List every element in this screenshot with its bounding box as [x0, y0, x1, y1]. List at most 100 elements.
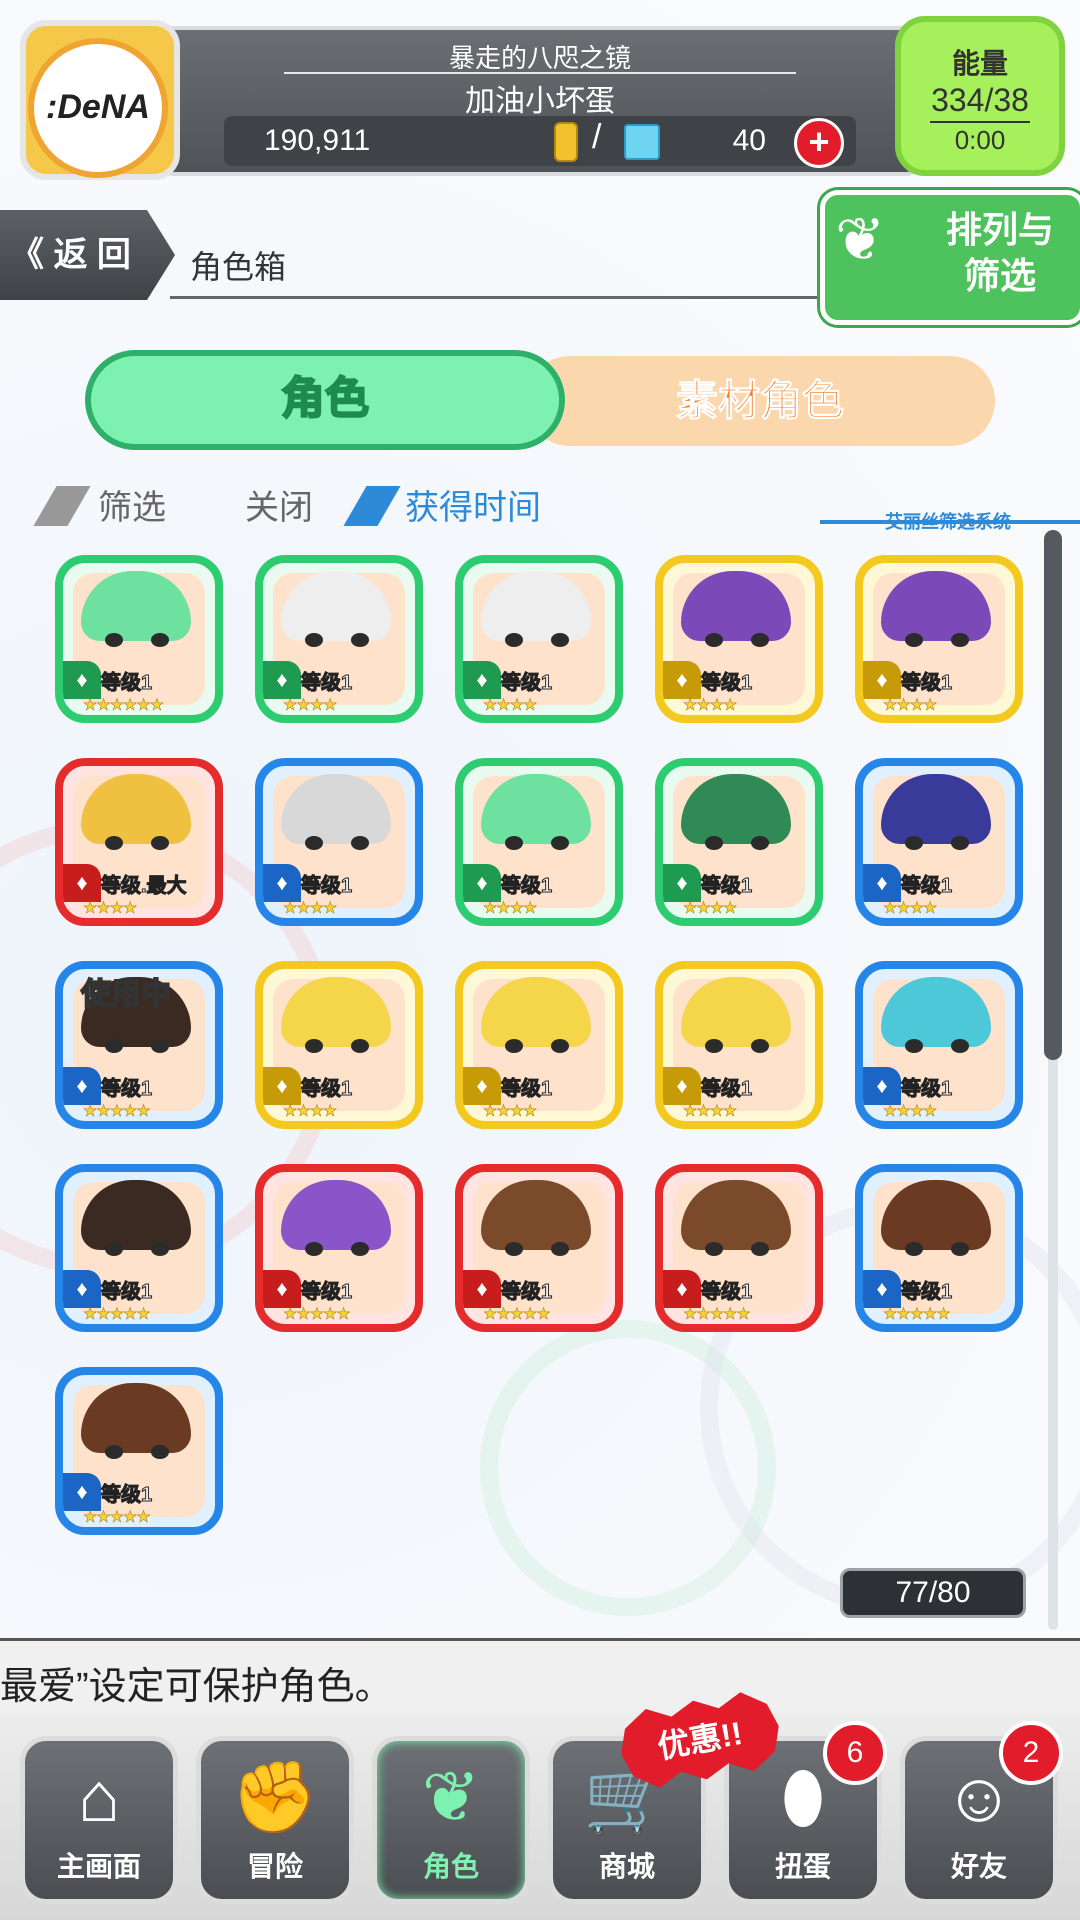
nav-button-friends[interactable]: ☺ 好友 2: [900, 1721, 1063, 1904]
dena-logo: :DeNA: [28, 38, 168, 178]
character-card[interactable]: ♦ 等级1 ★★★★: [855, 555, 1023, 723]
character-card[interactable]: ♦ 等级1 ★★★★★: [455, 1164, 623, 1332]
currency-row: 190,911 / 40 +: [224, 116, 856, 168]
character-stars: ★★★★★: [83, 1103, 151, 1121]
character-card[interactable]: ♦ 等级1 ★★★★: [455, 555, 623, 723]
character-eyes: [705, 836, 775, 850]
character-card[interactable]: ♦ 等级1 ★★★★★: [55, 1367, 223, 1535]
coin-icon: [554, 122, 578, 162]
character-stars: ★★★★★: [83, 1509, 151, 1527]
nav-label: 扭蛋: [774, 1851, 831, 1882]
character-eyes: [505, 836, 575, 850]
character-eyes: [905, 1242, 975, 1256]
character-card[interactable]: ♦ 等级1 ★★★★: [255, 758, 423, 926]
element-icon: ♦: [463, 864, 501, 902]
character-card[interactable]: ♦ 等级.最大 ★★★★: [55, 758, 223, 926]
page-title: 角色箱: [190, 249, 287, 285]
character-eyes: [705, 633, 775, 647]
character-level: 等级1: [300, 1281, 353, 1304]
character-eyes: [505, 633, 575, 647]
character-stars: ★★★★: [683, 697, 738, 715]
element-icon: ♦: [663, 864, 701, 902]
notification-badge: 6: [823, 1721, 887, 1785]
character-card[interactable]: ♦ 等级1 ★★★★: [855, 961, 1023, 1129]
character-card[interactable]: ♦ 等级1 ★★★★: [655, 758, 823, 926]
nav-label: 商城: [598, 1851, 655, 1882]
gem-amount: 40: [732, 124, 766, 157]
nav-button-home[interactable]: ⌂ 主画面: [20, 1736, 178, 1904]
character-card[interactable]: ♦ 等级1 ★★★★: [455, 961, 623, 1129]
energy-label: 能量: [951, 48, 1008, 79]
character-level: 等级1: [900, 672, 953, 695]
character-eyes: [305, 633, 375, 647]
character-eyes: [305, 1242, 375, 1256]
nav-label: 主画面: [56, 1851, 141, 1882]
energy-value: 334/38: [931, 82, 1029, 118]
character-level: 等级1: [500, 1078, 553, 1101]
character-eyes: [305, 1039, 375, 1053]
stage-title: 暴走的八咫之镜: [448, 43, 631, 73]
character-card[interactable]: ♦ 等级1 ★★★★: [255, 555, 423, 723]
character-stars: ★★★★: [883, 697, 938, 715]
in-use-label: 使用中: [80, 977, 172, 1012]
character-card[interactable]: ♦ 等级1 ★★★★: [255, 961, 423, 1129]
back-button[interactable]: 《 返 回: [0, 210, 175, 300]
element-icon: ♦: [263, 1270, 301, 1308]
notification-badge: 2: [999, 1721, 1063, 1785]
character-eyes: [905, 1039, 975, 1053]
character-card[interactable]: ♦ 等级1 ★★★★: [855, 758, 1023, 926]
character-card[interactable]: ♦ 等级1 ★★★★★: [655, 1164, 823, 1332]
character-card[interactable]: ♦ 等级1 ★★★★: [455, 758, 623, 926]
nav-label: 好友: [950, 1851, 1007, 1882]
nav-button-rabbit[interactable]: ❦ 角色: [372, 1736, 530, 1904]
character-eyes: [905, 633, 975, 647]
nav-button-handshake[interactable]: ✊ 冒险: [196, 1736, 354, 1904]
tab-characters[interactable]: 角色: [85, 350, 565, 450]
sort-order-label[interactable]: 获得时间: [405, 480, 541, 529]
character-card[interactable]: ♦ 等级1 ★★★★★: [55, 1164, 223, 1332]
tab-material-characters[interactable]: 素材角色: [525, 356, 995, 446]
character-card[interactable]: ♦ 等级1 ★★★★★: [255, 1164, 423, 1332]
character-eyes: [105, 633, 175, 647]
character-level: 等级1: [500, 672, 553, 695]
nav-label: 角色: [422, 1851, 479, 1882]
character-stars: ★★★★★: [283, 1306, 351, 1324]
element-icon: ♦: [863, 864, 901, 902]
character-stars: ★★★★: [683, 900, 738, 918]
filter-state[interactable]: 关闭: [245, 480, 313, 529]
buy-gems-button[interactable]: +: [794, 118, 844, 168]
element-icon: ♦: [63, 1067, 101, 1105]
character-eyes: [105, 1039, 175, 1053]
element-icon: ♦: [863, 1067, 901, 1105]
character-card[interactable]: ♦ 等级1 ★★★★: [655, 555, 823, 723]
element-icon: ♦: [863, 1270, 901, 1308]
character-level: 等级1: [700, 875, 753, 898]
character-card[interactable]: ♦ 等级1 ★★★★★ 使用中: [55, 961, 223, 1129]
character-card[interactable]: ♦ 等级1 ★★★★★: [855, 1164, 1023, 1332]
character-level: 等级.最大: [101, 875, 188, 898]
player-name: 加油小坏蛋: [465, 85, 615, 118]
element-icon: ♦: [463, 1270, 501, 1308]
handshake-icon: ✊: [231, 1758, 319, 1836]
filter-label[interactable]: 筛选: [98, 480, 166, 529]
element-icon: ♦: [263, 661, 301, 699]
character-level: 等级1: [100, 1484, 153, 1507]
character-stars: ★★★★★: [683, 1306, 751, 1324]
character-card[interactable]: ♦ 等级1 ★★★★: [655, 961, 823, 1129]
sort-filter-button[interactable]: ❦ 排列与筛选: [820, 190, 1080, 325]
energy-panel[interactable]: 能量 334/38 0:00: [895, 16, 1065, 176]
scrollbar-thumb[interactable]: [1044, 530, 1062, 1060]
currency-separator: /: [592, 118, 602, 156]
character-level: 等级1: [500, 1281, 553, 1304]
character-stars: ★★★★: [83, 900, 138, 918]
element-icon: ♦: [863, 661, 901, 699]
character-eyes: [705, 1242, 775, 1256]
character-stars: ★★★★: [283, 1103, 338, 1121]
element-icon: ♦: [263, 864, 301, 902]
character-level: 等级1: [700, 1078, 753, 1101]
rabbit-icon: ❦: [835, 206, 886, 273]
character-card[interactable]: ♦ 等级1 ★★★★★★: [55, 555, 223, 723]
page-title-bar: 角色箱: [170, 230, 870, 299]
avatar-frame[interactable]: :DeNA: [20, 20, 180, 180]
tip-strip: 最爱”设定可保护角色。: [0, 1638, 1080, 1716]
